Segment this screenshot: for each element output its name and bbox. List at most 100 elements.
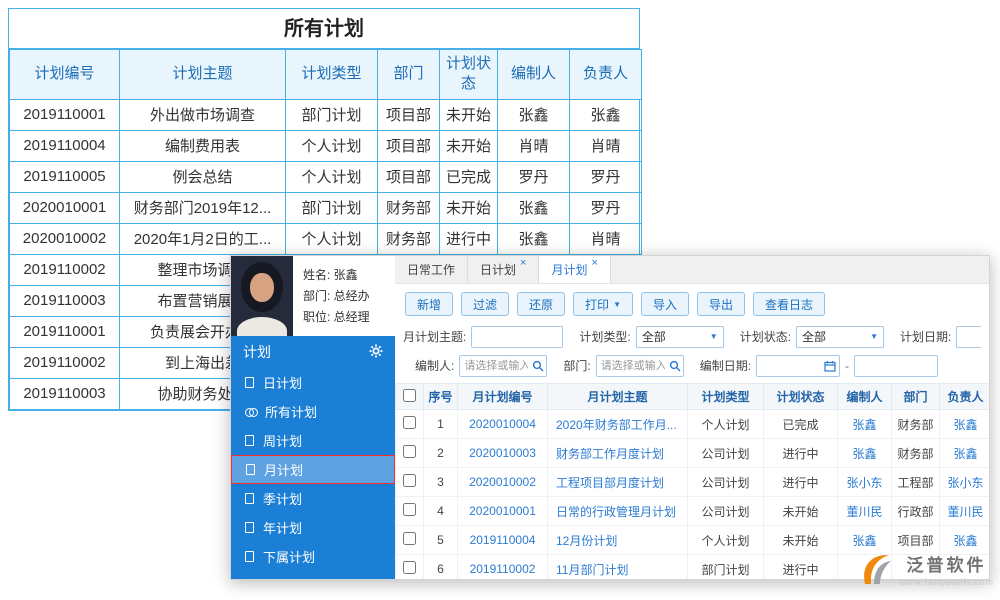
cell-subject[interactable]: 11月部门计划 <box>548 555 688 580</box>
search-icon <box>532 360 544 372</box>
screen: 所有计划 计划编号 计划主题 计划类型 部门 计划状态 编制人 负责人 2019… <box>0 0 1000 600</box>
cell-code[interactable]: 2020010001 <box>458 497 548 526</box>
select-all-checkbox[interactable] <box>403 389 416 402</box>
status-filter-label: 计划状态: <box>740 328 791 345</box>
column-header-plan-subject: 计划主题 <box>120 50 286 100</box>
row-checkbox[interactable] <box>403 561 416 574</box>
cell-dept: 财务部 <box>892 410 940 439</box>
cell-no: 6 <box>424 555 458 580</box>
all-plans-row[interactable]: 2020010001财务部门2019年12...部门计划财务部未开始张鑫罗丹 <box>10 192 642 223</box>
compile-date-end-input[interactable] <box>854 355 938 377</box>
table-row[interactable]: 120200100042020年财务部工作月...个人计划已完成张鑫财务部张鑫 <box>396 410 990 439</box>
sidebar-item-all-plans[interactable]: 所有计划 <box>231 397 395 426</box>
view-log-button[interactable]: 查看日志 <box>753 292 825 316</box>
sidebar-item-label: 季计划 <box>263 489 302 508</box>
document-icon <box>245 522 254 533</box>
cell-subject[interactable]: 2020年财务部工作月... <box>548 410 688 439</box>
sidebar-section-header: 计划 <box>231 336 395 368</box>
sidebar-item-month-plan[interactable]: 月计划 <box>231 455 395 484</box>
cell-dept: 行政部 <box>892 497 940 526</box>
row-checkbox[interactable] <box>403 532 416 545</box>
close-icon[interactable]: × <box>520 256 526 270</box>
cell-compiler[interactable]: 董川民 <box>838 497 892 526</box>
all-plans-row[interactable]: 2019110004编制费用表个人计划项目部未开始肖晴肖晴 <box>10 130 642 161</box>
tab-daily-work[interactable]: 日常工作 <box>395 256 468 283</box>
plan-date-input[interactable] <box>956 326 981 348</box>
fanpu-brand: 泛普软件 <box>899 551 994 576</box>
cell-subject[interactable]: 12月份计划 <box>548 526 688 555</box>
import-button[interactable]: 导入 <box>641 292 689 316</box>
sidebar-item-week-plan[interactable]: 周计划 <box>231 426 395 455</box>
close-icon[interactable]: × <box>591 256 597 270</box>
export-button[interactable]: 导出 <box>697 292 745 316</box>
plan-date-filter: 计划日期: <box>900 326 981 348</box>
cell-owner[interactable]: 张鑫 <box>940 410 990 439</box>
caret-down-icon: ▼ <box>613 300 621 309</box>
column-header-compiler: 编制人 <box>838 384 892 410</box>
cell-owner[interactable]: 张鑫 <box>940 439 990 468</box>
cell-status: 未开始 <box>764 526 838 555</box>
all-plans-cell: 张鑫 <box>498 223 570 254</box>
cell-compiler[interactable]: 张鑫 <box>838 439 892 468</box>
cell-status: 进行中 <box>764 439 838 468</box>
cell-owner[interactable]: 董川民 <box>940 497 990 526</box>
cell-compiler[interactable]: 张小东 <box>838 468 892 497</box>
checkbox-cell <box>396 497 424 526</box>
sidebar-item-year-plan[interactable]: 年计划 <box>231 513 395 542</box>
cell-code[interactable]: 2019110002 <box>458 555 548 580</box>
row-checkbox[interactable] <box>403 474 416 487</box>
tab-day-plan[interactable]: 日计划 × <box>468 256 539 283</box>
cell-subject[interactable]: 日常的行政管理月计划 <box>548 497 688 526</box>
tab-month-plan[interactable]: 月计划 × <box>539 256 610 283</box>
all-plans-row[interactable]: 2019110005例会总结个人计划项目部已完成罗丹罗丹 <box>10 161 642 192</box>
restore-button[interactable]: 还原 <box>517 292 565 316</box>
all-plans-cell: 财务部 <box>378 223 440 254</box>
cell-compiler[interactable]: 张鑫 <box>838 410 892 439</box>
sidebar-item-subordinate-plan[interactable]: 下属计划 <box>231 542 395 571</box>
all-plans-cell: 2019110004 <box>10 130 120 161</box>
column-header-type: 计划类型 <box>688 384 764 410</box>
cell-type: 公司计划 <box>688 439 764 468</box>
type-filter: 计划类型: 全部 ▼ <box>579 326 723 348</box>
cell-code[interactable]: 2020010004 <box>458 410 548 439</box>
add-button[interactable]: 新增 <box>405 292 453 316</box>
cell-subject[interactable]: 工程项目部月度计划 <box>548 468 688 497</box>
cell-owner[interactable]: 张小东 <box>940 468 990 497</box>
type-filter-select[interactable]: 全部 ▼ <box>636 326 724 348</box>
cell-code[interactable]: 2020010003 <box>458 439 548 468</box>
all-plans-cell: 张鑫 <box>498 99 570 130</box>
content-area: 日常工作 日计划 × 月计划 × 新增 过滤 还原 打印 ▼ <box>395 256 989 579</box>
table-row[interactable]: 42020010001日常的行政管理月计划公司计划未开始董川民行政部董川民 <box>396 497 990 526</box>
row-checkbox[interactable] <box>403 416 416 429</box>
print-button[interactable]: 打印 ▼ <box>573 292 633 316</box>
compile-date-start-input[interactable] <box>756 355 840 377</box>
compile-date-filter: 编制日期: - <box>700 355 938 377</box>
all-plans-row[interactable]: 2019110001外出做市场调查部门计划项目部未开始张鑫张鑫 <box>10 99 642 130</box>
cell-code[interactable]: 2020010002 <box>458 468 548 497</box>
tab-label: 日常工作 <box>407 261 455 278</box>
all-plans-cell: 张鑫 <box>570 99 642 130</box>
all-plans-cell: 2019110002 <box>10 347 120 378</box>
status-filter-select[interactable]: 全部 ▼ <box>796 326 884 348</box>
gear-icon[interactable] <box>369 344 383 361</box>
compiler-filter: 编制人: <box>415 355 547 377</box>
cell-subject[interactable]: 财务部工作月度计划 <box>548 439 688 468</box>
table-row[interactable]: 22020010003财务部工作月度计划公司计划进行中张鑫财务部张鑫 <box>396 439 990 468</box>
all-plans-row[interactable]: 20200100022020年1月2日的工...个人计划财务部进行中张鑫肖晴 <box>10 223 642 254</box>
row-checkbox[interactable] <box>403 445 416 458</box>
table-row[interactable]: 32020010002工程项目部月度计划公司计划进行中张小东工程部张小东 <box>396 468 990 497</box>
filter-button[interactable]: 过滤 <box>461 292 509 316</box>
toolbar: 新增 过滤 还原 打印 ▼ 导入 导出 查看日志 <box>395 284 989 322</box>
sidebar-item-quarter-plan[interactable]: 季计划 <box>231 484 395 513</box>
fanpu-watermark-text: 泛普软件 www.fanpusoft.com <box>899 551 994 587</box>
status-filter: 计划状态: 全部 ▼ <box>740 326 884 348</box>
sidebar-item-day-plan[interactable]: 日计划 <box>231 368 395 397</box>
cell-code[interactable]: 2019110004 <box>458 526 548 555</box>
sidebar-item-label: 年计划 <box>263 518 302 537</box>
all-plans-cell: 财务部 <box>378 192 440 223</box>
profile-title: 职位: 总经理 <box>303 307 370 328</box>
row-checkbox[interactable] <box>403 503 416 516</box>
subject-filter-input[interactable] <box>471 326 563 348</box>
all-plans-cell: 进行中 <box>440 223 498 254</box>
cell-no: 5 <box>424 526 458 555</box>
